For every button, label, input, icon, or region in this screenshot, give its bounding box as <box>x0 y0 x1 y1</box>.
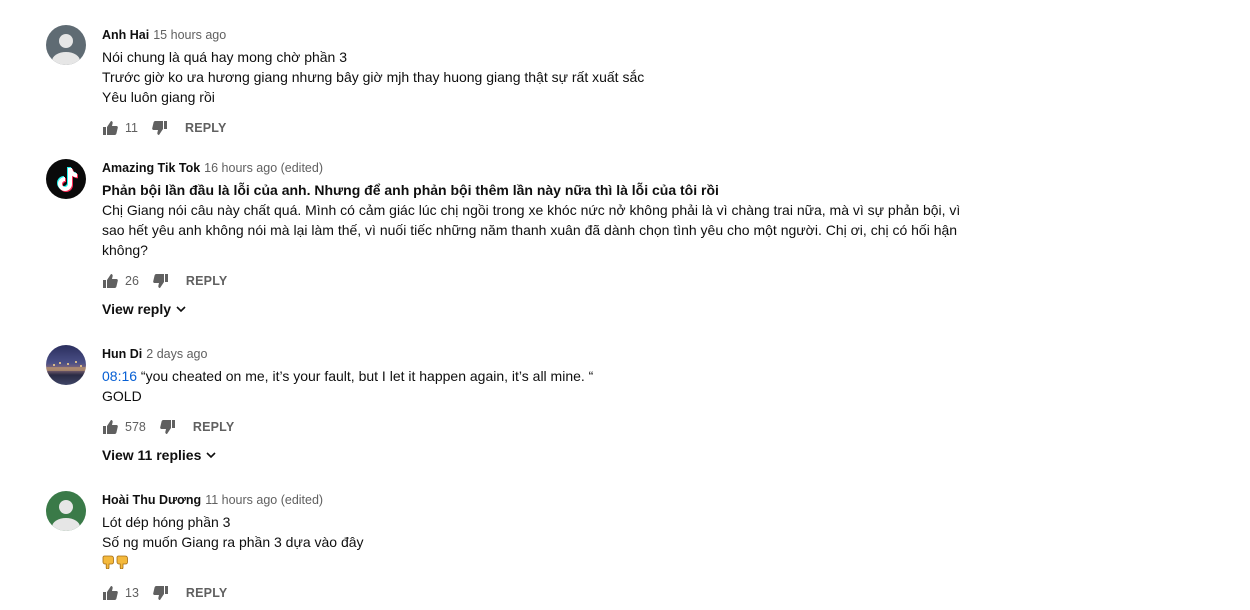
comment-quote: “you cheated on me, it’s your fault, but… <box>137 368 594 384</box>
comment-text: Nói chung là quá hay mong chờ phần 3 Trư… <box>102 47 962 107</box>
comment-line: Nói chung là quá hay mong chờ phần 3 <box>102 49 348 65</box>
reply-button[interactable]: REPLY <box>193 420 235 434</box>
emoji-line <box>102 552 962 572</box>
comment-text: Phản bội lần đầu là lỗi của anh. Nhưng đ… <box>102 180 962 260</box>
city-night-photo-icon <box>46 361 86 371</box>
reply-button[interactable]: REPLY <box>186 274 228 288</box>
avatar[interactable] <box>46 491 86 531</box>
comment-time[interactable]: 15 hours ago <box>153 28 226 42</box>
comment-line: Số ng muốn Giang ra phần 3 dựa vào đây <box>102 534 364 550</box>
thumb-up-icon[interactable] <box>102 419 118 435</box>
thumb-up-icon[interactable] <box>102 585 118 601</box>
comment-line: Yêu luôn giang rồi <box>102 89 215 105</box>
like-count: 26 <box>125 274 139 288</box>
comment-line: GOLD <box>102 388 142 404</box>
author-name[interactable]: Anh Hai <box>102 28 149 42</box>
view-replies-label: View 11 replies <box>102 447 202 463</box>
like-count: 11 <box>125 121 138 135</box>
comment-text: Lót dép hóng phần 3 Số ng muốn Giang ra … <box>102 512 962 572</box>
reply-button[interactable]: REPLY <box>185 121 227 135</box>
comment-actions: 578 REPLY <box>102 417 962 437</box>
thumb-up-icon[interactable] <box>102 120 118 136</box>
thumb-up-icon[interactable] <box>102 273 118 289</box>
comment-line: 08:16 “you cheated on me, it’s your faul… <box>102 366 962 386</box>
thumb-down-icon[interactable] <box>152 120 168 136</box>
chevron-down-icon <box>176 306 186 313</box>
reply-button[interactable]: REPLY <box>186 586 228 600</box>
comment-line: sao hết yêu anh không nói mà lại làm thế… <box>102 222 958 238</box>
thumb-down-icon[interactable] <box>153 585 169 601</box>
avatar[interactable] <box>46 345 86 385</box>
view-replies-label: View reply <box>102 301 172 317</box>
like-count: 578 <box>125 420 146 434</box>
author-name[interactable]: Hoài Thu Dương <box>102 493 201 507</box>
default-user-icon <box>52 500 80 531</box>
thumb-down-icon[interactable] <box>153 273 169 289</box>
view-replies-button[interactable]: View 11 replies <box>102 445 962 465</box>
comment-time[interactable]: 2 days ago <box>146 347 207 361</box>
tiktok-logo-icon <box>57 167 78 192</box>
chevron-down-icon <box>206 452 216 459</box>
avatar[interactable] <box>46 25 86 65</box>
comment-line: Phản bội lần đầu là lỗi của anh. Nhưng đ… <box>102 182 719 198</box>
comment-line: Trước giờ ko ưa hương giang nhưng bây gi… <box>102 69 645 85</box>
default-user-icon <box>52 34 80 65</box>
comment-time[interactable]: 16 hours ago (edited) <box>204 161 323 175</box>
comment-line: Lót dép hóng phần 3 <box>102 514 231 530</box>
pointing-down-icon <box>102 555 114 569</box>
avatar[interactable] <box>46 159 86 199</box>
view-replies-button[interactable]: View reply <box>102 299 962 319</box>
pointing-down-icon <box>116 555 128 569</box>
comment-line: không? <box>102 242 148 258</box>
comment-actions: 26 REPLY <box>102 271 962 291</box>
thumb-down-icon[interactable] <box>160 419 176 435</box>
comment-actions: 13 REPLY <box>102 583 962 603</box>
timestamp-link[interactable]: 08:16 <box>102 368 137 384</box>
comment-text: 08:16 “you cheated on me, it’s your faul… <box>102 366 962 406</box>
comment-time[interactable]: 11 hours ago (edited) <box>205 493 323 507</box>
comment-line: Chị Giang nói câu này chất quá. Mình có … <box>102 202 961 218</box>
comment-actions: 11 REPLY <box>102 118 962 138</box>
author-name[interactable]: Hun Di <box>102 347 142 361</box>
author-name[interactable]: Amazing Tik Tok <box>102 161 200 175</box>
like-count: 13 <box>125 586 139 600</box>
